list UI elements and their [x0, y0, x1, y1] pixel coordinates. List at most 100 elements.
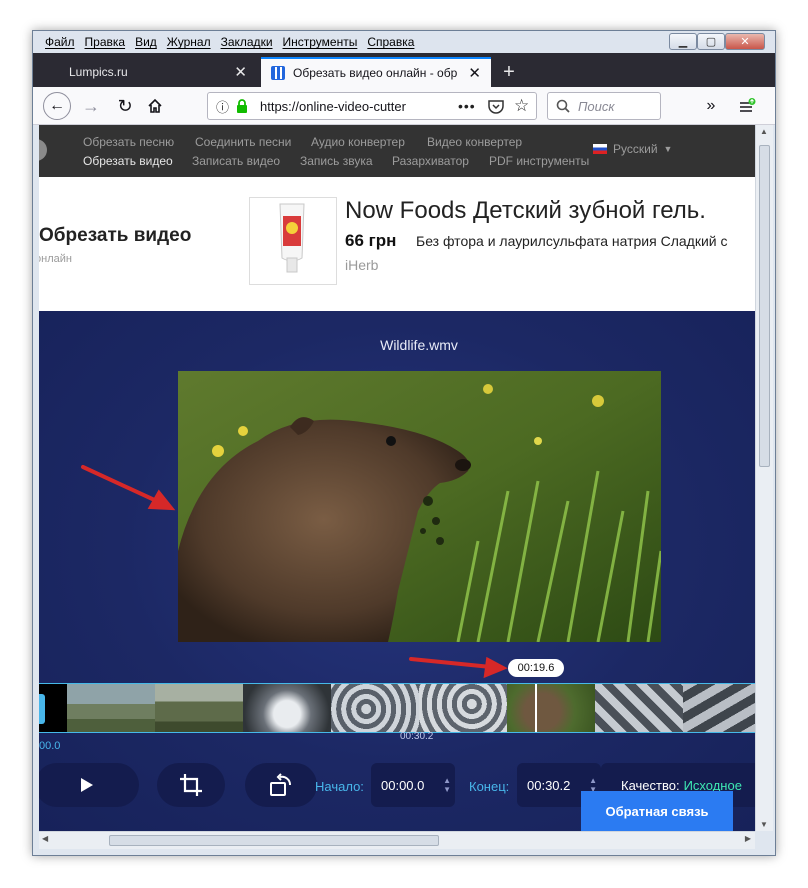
home-button[interactable]: [141, 92, 169, 120]
playhead-line[interactable]: [535, 684, 537, 732]
timeline-thumbnail: [419, 684, 507, 732]
rotate-button[interactable]: [245, 763, 317, 807]
tab-lumpics[interactable]: Lumpics.ru ✕: [39, 57, 257, 87]
app-menu-button[interactable]: [733, 92, 761, 120]
minimize-button[interactable]: ▁: [669, 33, 697, 50]
search-placeholder: Поиск: [578, 98, 615, 114]
timeline-thumbnail: [683, 684, 755, 732]
end-time-value: 00:30.2: [527, 777, 571, 793]
vertical-scrollbar[interactable]: ▲ ▼: [755, 125, 773, 831]
tab-bar: Lumpics.ru ✕ Обрезать видео онлайн - обр…: [33, 53, 775, 87]
page-actions-icon[interactable]: •••: [458, 98, 476, 114]
header-ad-area: Обрезать видео онлайн Now Foods Детский …: [39, 177, 755, 311]
plus-icon: +: [503, 60, 515, 83]
menu-bookmarks[interactable]: Закладки: [221, 35, 273, 49]
timeline-thumbnail: [243, 684, 331, 732]
vertical-scroll-thumb[interactable]: [759, 145, 770, 467]
scroll-down-arrow-icon[interactable]: ▼: [760, 820, 768, 829]
end-label: Конец:: [469, 779, 510, 794]
nav-audio-converter[interactable]: Аудио конвертер: [311, 135, 405, 149]
menu-help[interactable]: Справка: [367, 35, 414, 49]
menu-bar: Файл Правка Вид Журнал Закладки Инструме…: [33, 31, 775, 53]
timeline-thumbnail: [507, 684, 595, 732]
browser-window: Файл Правка Вид Журнал Закладки Инструме…: [32, 30, 776, 856]
minimize-icon: ▁: [678, 36, 688, 48]
timeline-thumbnail: [67, 684, 155, 732]
search-bar[interactable]: Поиск: [547, 92, 661, 120]
nav-pdf-tools[interactable]: PDF инструменты: [489, 154, 589, 168]
ad-product-image[interactable]: [249, 197, 337, 285]
info-icon[interactable]: ⓘ: [216, 97, 229, 116]
horizontal-scrollbar[interactable]: ◀ ▶: [39, 831, 755, 849]
timeline-end-time: 00:30.2: [400, 731, 434, 742]
ad-description: Без фтора и лаурилсульфата натрия Сладки…: [416, 233, 728, 249]
pocket-icon[interactable]: [488, 99, 504, 114]
search-icon: [556, 99, 570, 113]
video-preview[interactable]: [178, 371, 661, 642]
menu-edit[interactable]: Правка: [85, 35, 126, 49]
site-logo-icon[interactable]: [39, 139, 47, 161]
ad-price: 66 грн: [345, 231, 397, 250]
timeline-strip[interactable]: [39, 683, 755, 733]
new-tab-button[interactable]: +: [495, 58, 523, 86]
scroll-left-arrow-icon[interactable]: ◀: [42, 834, 48, 843]
close-window-button[interactable]: ✕: [725, 33, 765, 50]
start-time-input[interactable]: 00:00.0 ▲ ▼: [371, 763, 455, 807]
arrow-right-icon: →: [82, 95, 100, 116]
rotate-icon: [270, 773, 291, 796]
menu-file[interactable]: Файл: [45, 35, 75, 49]
nav-record-audio[interactable]: Запись звука: [300, 154, 373, 168]
ad-vendor: iHerb: [345, 257, 379, 273]
crop-button[interactable]: [157, 763, 225, 807]
timeline-start-time: 00.0: [39, 740, 61, 752]
trim-start-handle[interactable]: [39, 694, 45, 724]
nav-record-video[interactable]: Записать видео: [192, 154, 280, 168]
tab-label: Обрезать видео онлайн - обр: [293, 66, 458, 80]
ad-title[interactable]: Now Foods Детский зубной гель.: [345, 197, 706, 225]
horizontal-scroll-thumb[interactable]: [109, 835, 439, 846]
maximize-icon: ▢: [705, 36, 717, 48]
start-time-stepper-icon[interactable]: ▲ ▼: [443, 776, 451, 794]
double-chevron-right-icon: »: [706, 97, 716, 114]
video-cutter-favicon-icon: [271, 66, 285, 80]
tab-video-cutter[interactable]: Обрезать видео онлайн - обр ✕: [261, 57, 491, 87]
nav-cut-video[interactable]: Обрезать видео: [83, 154, 173, 168]
feedback-button[interactable]: Обратная связь: [581, 791, 733, 831]
page-title: Обрезать видео: [39, 225, 192, 246]
play-button[interactable]: [39, 763, 139, 807]
playhead-time-label: 00:19.6: [508, 659, 564, 677]
russia-flag-icon: [593, 144, 607, 154]
back-button[interactable]: ←: [43, 92, 71, 120]
site-navigation: Обрезать песню Соединить песни Аудио кон…: [39, 125, 755, 177]
maximize-button[interactable]: ▢: [697, 33, 725, 50]
timeline-thumbnail: [331, 684, 419, 732]
url-text: https://online-video-cutter: [260, 98, 406, 114]
tab-close-icon[interactable]: ✕: [468, 64, 481, 82]
language-label: Русский: [613, 142, 658, 156]
scroll-up-arrow-icon[interactable]: ▲: [760, 127, 768, 136]
crop-icon: [180, 774, 202, 796]
tab-close-icon[interactable]: ✕: [234, 63, 247, 81]
nav-join-songs[interactable]: Соединить песни: [195, 135, 291, 149]
nav-video-converter[interactable]: Видео конвертер: [427, 135, 522, 149]
address-bar[interactable]: ⓘ https://online-video-cutter ••• ☆: [207, 92, 537, 120]
forward-button[interactable]: →: [77, 92, 105, 120]
video-file-name: Wildlife.wmv: [380, 337, 458, 353]
bookmark-star-icon[interactable]: ☆: [514, 96, 529, 116]
language-selector[interactable]: Русский ▼: [593, 142, 672, 156]
reload-button[interactable]: ↻: [111, 92, 139, 120]
nav-cut-song[interactable]: Обрезать песню: [83, 135, 174, 149]
nav-unarchiver[interactable]: Разархиватор: [392, 154, 469, 168]
start-label: Начало:: [315, 779, 364, 794]
scroll-right-arrow-icon[interactable]: ▶: [745, 834, 751, 843]
overflow-chevron-button[interactable]: »: [697, 92, 725, 120]
menu-tools[interactable]: Инструменты: [283, 35, 358, 49]
page-subtitle: онлайн: [39, 253, 72, 265]
start-time-value: 00:00.0: [381, 777, 425, 793]
home-icon: [148, 98, 162, 113]
navigation-bar: ← → ↻ ⓘ https://online-video-cutter ••• …: [33, 87, 775, 125]
timeline-thumbnail: [155, 684, 243, 732]
menu-history[interactable]: Журнал: [167, 35, 211, 49]
tab-label: Lumpics.ru: [69, 65, 128, 79]
menu-view[interactable]: Вид: [135, 35, 157, 49]
